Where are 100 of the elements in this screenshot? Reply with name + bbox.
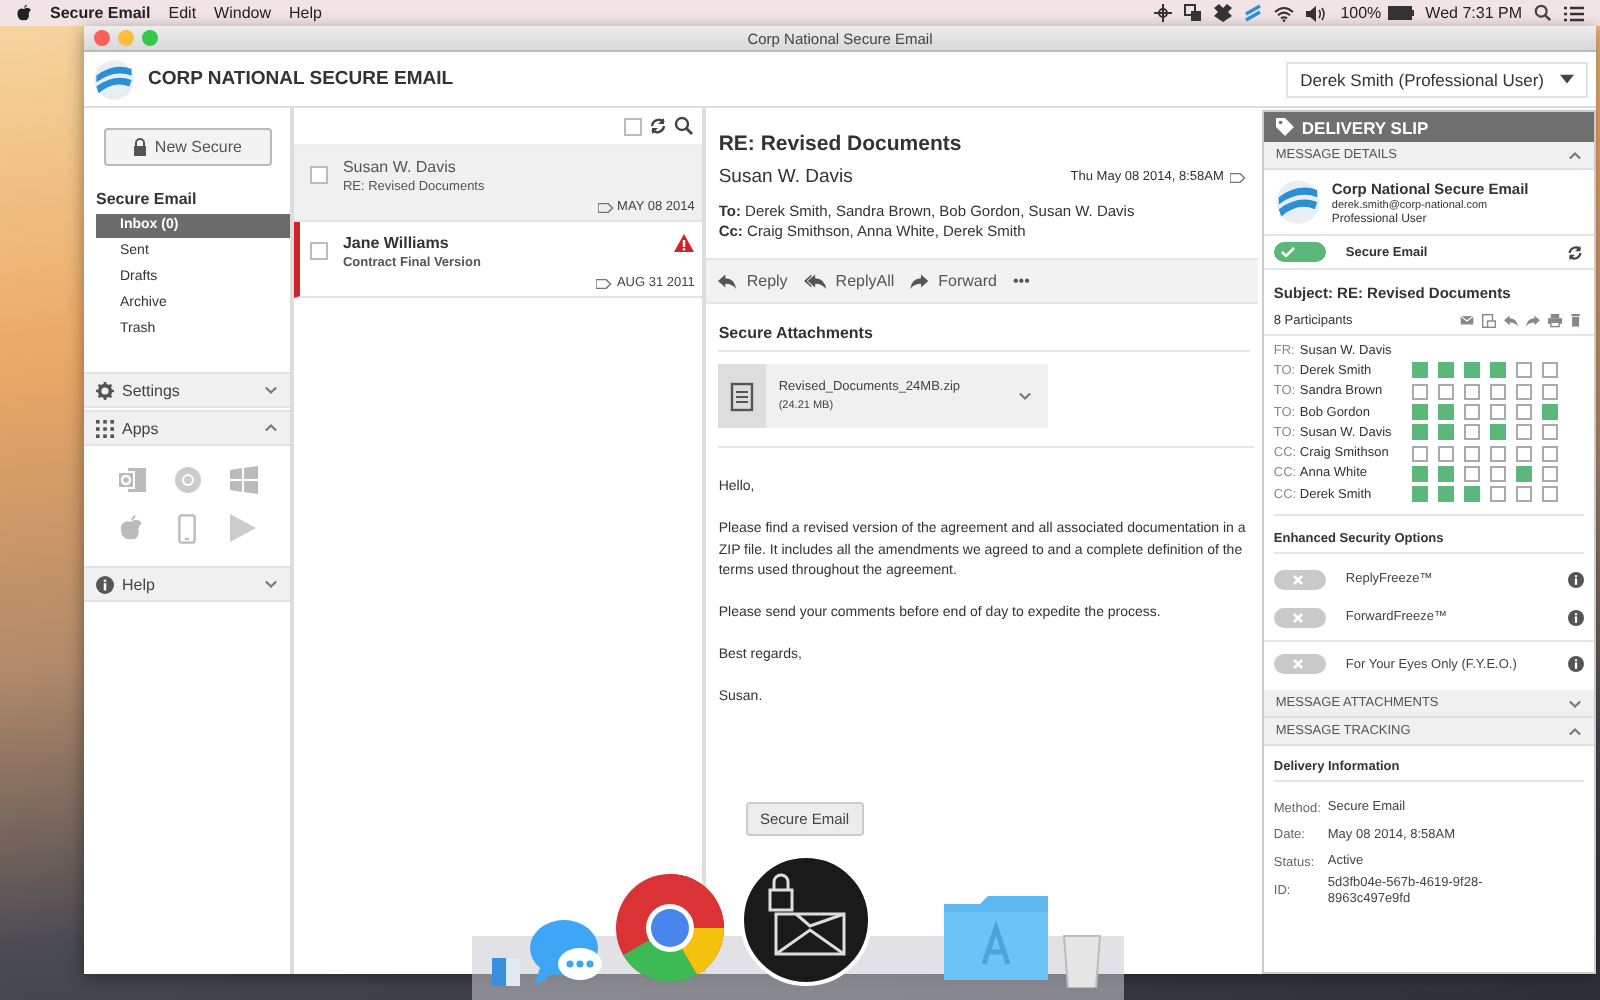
info-icon[interactable] (1568, 571, 1584, 588)
info-icon[interactable] (1568, 609, 1584, 626)
permission-checkbox[interactable] (1437, 445, 1454, 462)
print-icon[interactable] (1548, 314, 1562, 328)
permission-checkbox[interactable] (1541, 383, 1558, 400)
permission-checkbox[interactable] (1463, 362, 1480, 379)
checkbox[interactable] (310, 242, 329, 260)
permission-checkbox[interactable] (1463, 383, 1480, 400)
menu-item[interactable]: Window (214, 4, 271, 22)
info-icon[interactable] (1568, 656, 1584, 673)
permission-checkbox[interactable] (1437, 404, 1454, 421)
permission-checkbox[interactable] (1515, 465, 1532, 482)
permission-checkbox[interactable] (1463, 465, 1480, 482)
trash-can-icon[interactable] (1062, 932, 1102, 988)
chat-bubble-icon[interactable] (528, 916, 604, 988)
permission-checkbox[interactable] (1437, 465, 1454, 482)
close-button[interactable] (94, 30, 110, 46)
menu-item[interactable]: Edit (168, 4, 197, 22)
apple-icon[interactable] (16, 4, 32, 22)
reply-button[interactable]: Reply (714, 272, 792, 290)
play-icon[interactable] (230, 514, 257, 542)
more-button[interactable]: ••• (1008, 272, 1034, 290)
permission-checkbox[interactable] (1541, 362, 1558, 379)
permission-checkbox[interactable] (1437, 383, 1454, 400)
browser-icon[interactable] (614, 872, 726, 984)
permission-checkbox[interactable] (1437, 362, 1454, 379)
panel-header[interactable]: Help (84, 566, 291, 602)
permission-checkbox[interactable] (1411, 486, 1428, 503)
permission-checkbox[interactable] (1411, 424, 1428, 441)
app-menu[interactable]: Secure Email (50, 4, 151, 22)
reply-all-button[interactable]: ReplyAll (799, 272, 899, 290)
permission-checkbox[interactable] (1489, 486, 1506, 503)
folder-icon[interactable] (944, 896, 1048, 980)
checkbox[interactable] (310, 166, 329, 184)
four-panes-icon[interactable] (229, 466, 258, 494)
envelope-icon[interactable] (1460, 314, 1474, 328)
permission-checkbox[interactable] (1489, 465, 1506, 482)
overlapping-squares-icon[interactable] (1184, 4, 1203, 22)
new-secure-button[interactable]: New Secure (103, 128, 272, 166)
select-all-checkbox[interactable] (624, 117, 643, 135)
toggle-switch[interactable] (1273, 242, 1326, 262)
crosshair-icon[interactable] (1154, 4, 1173, 22)
permission-checkbox[interactable] (1541, 465, 1558, 482)
secure-mail-app-icon[interactable] (740, 854, 872, 986)
permission-checkbox[interactable] (1489, 362, 1506, 379)
permission-checkbox[interactable] (1515, 445, 1532, 462)
search-icon[interactable] (674, 116, 695, 136)
user-dropdown[interactable]: Derek Smith (Professional User) (1286, 61, 1588, 97)
panel-header[interactable]: Settings (84, 372, 291, 408)
list-icon[interactable] (1564, 5, 1584, 21)
permission-checkbox[interactable] (1515, 424, 1532, 441)
permission-checkbox[interactable] (1411, 383, 1428, 400)
grid-icon (96, 419, 114, 437)
mail-app-icon[interactable] (117, 466, 146, 494)
permission-checkbox[interactable] (1515, 362, 1532, 379)
search-icon[interactable] (1534, 4, 1552, 22)
trash-icon[interactable] (1570, 314, 1584, 328)
permission-checkbox[interactable] (1463, 404, 1480, 421)
permission-checkbox[interactable] (1437, 424, 1454, 441)
battery-icon[interactable] (1387, 6, 1414, 20)
permission-checkbox[interactable] (1541, 486, 1558, 503)
toggle-switch[interactable] (1273, 607, 1326, 628)
permission-checkbox[interactable] (1463, 424, 1480, 441)
permission-checkbox[interactable] (1515, 383, 1532, 400)
toggle-switch[interactable] (1273, 654, 1326, 675)
permission-checkbox[interactable] (1489, 404, 1506, 421)
forward-icon[interactable] (1526, 314, 1540, 328)
forward-button[interactable]: Forward (906, 272, 1001, 290)
permission-checkbox[interactable] (1541, 445, 1558, 462)
permission-checkbox[interactable] (1489, 445, 1506, 462)
minimize-button[interactable] (118, 30, 134, 46)
chevron-icon (264, 384, 279, 396)
permission-checkbox[interactable] (1541, 424, 1558, 441)
permission-checkbox[interactable] (1489, 424, 1506, 441)
wifi-icon[interactable] (1274, 5, 1295, 21)
permission-checkbox[interactable] (1463, 445, 1480, 462)
permission-checkbox[interactable] (1463, 486, 1480, 503)
phone-icon[interactable] (178, 514, 197, 544)
menubar-clock[interactable]: Wed 7:31 PM (1425, 4, 1522, 22)
toggle-switch[interactable] (1273, 569, 1326, 590)
volume-icon[interactable] (1306, 5, 1329, 21)
delivery-slip-header: DELIVERY SLIP (1263, 112, 1594, 142)
zoom-button[interactable] (142, 30, 158, 46)
documents-icon[interactable] (1482, 314, 1496, 328)
permission-checkbox[interactable] (1437, 486, 1454, 503)
refresh-icon[interactable] (648, 116, 669, 136)
permission-checkbox[interactable] (1515, 486, 1532, 503)
circle-ring-icon[interactable] (173, 466, 202, 494)
stripes-icon[interactable] (1244, 4, 1263, 22)
permission-checkbox[interactable] (1411, 404, 1428, 421)
refresh-icon[interactable] (1566, 243, 1584, 261)
reply-icon[interactable] (1504, 314, 1518, 328)
permission-checkbox[interactable] (1489, 383, 1506, 400)
permission-checkbox[interactable] (1541, 404, 1558, 421)
permission-checkbox[interactable] (1411, 445, 1428, 462)
panel-header[interactable]: Apps (84, 410, 291, 446)
permission-checkbox[interactable] (1411, 465, 1428, 482)
menu-item[interactable]: Help (289, 4, 322, 22)
permission-checkbox[interactable] (1411, 362, 1428, 379)
permission-checkbox[interactable] (1515, 404, 1532, 421)
